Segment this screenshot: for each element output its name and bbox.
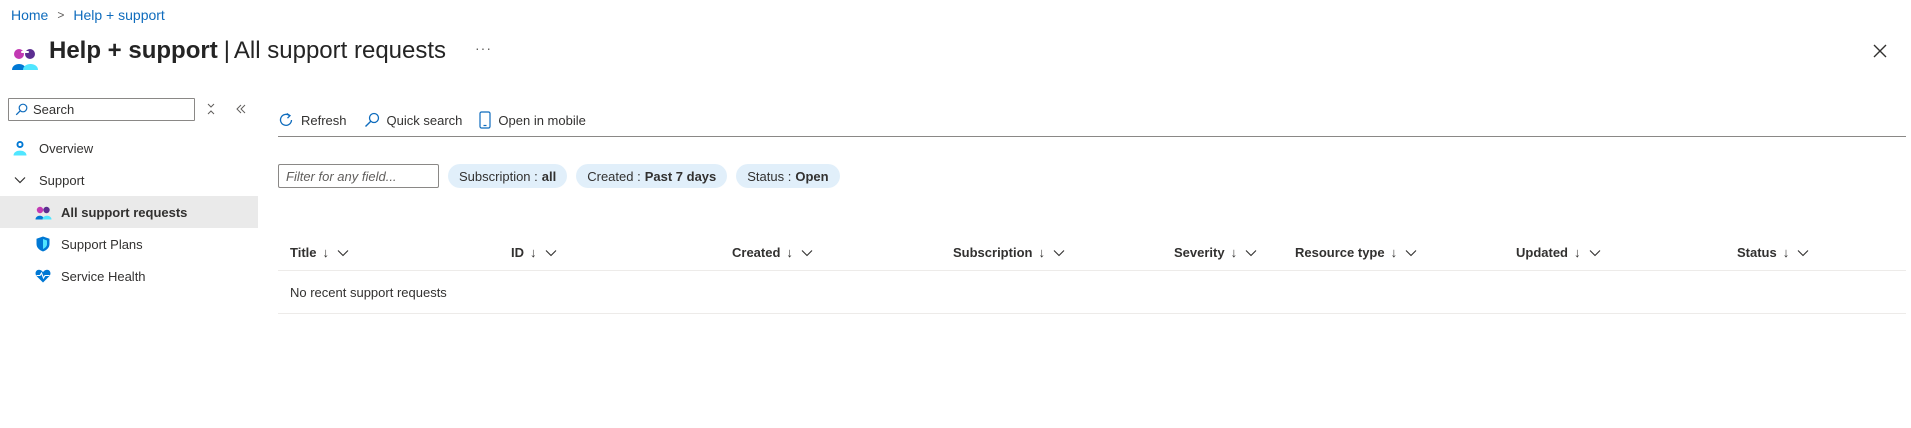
column-header-id[interactable]: ID ↓ — [511, 234, 557, 271]
sort-arrow-icon: ↓ — [1230, 245, 1238, 260]
column-header-resource-type[interactable]: Resource type ↓ — [1295, 234, 1417, 271]
sidebar-item-all-support-requests[interactable]: All support requests — [0, 196, 258, 228]
sort-arrow-icon: ↓ — [1390, 245, 1398, 260]
sidebar-nav: Overview Support All support requests Su… — [0, 132, 258, 292]
subscription-filter-pill[interactable]: Subscription : all — [448, 164, 568, 188]
sort-arrow-icon: ↓ — [1038, 245, 1045, 260]
sort-arrow-icon: ↓ — [322, 245, 330, 260]
created-filter-pill[interactable]: Created : Past 7 days — [576, 164, 728, 188]
column-header-title[interactable]: Title ↓ — [290, 234, 349, 271]
mobile-icon — [479, 111, 492, 129]
collapse-all-icon[interactable] — [204, 102, 218, 116]
sidebar-item-overview[interactable]: Overview — [0, 132, 258, 164]
refresh-icon — [279, 112, 293, 126]
open-in-mobile-button[interactable]: Open in mobile — [479, 111, 586, 129]
column-header-created[interactable]: Created ↓ — [732, 234, 813, 271]
sidebar-search-box[interactable] — [8, 98, 195, 121]
column-label: Status — [1737, 245, 1777, 260]
sidebar-item-label: Service Health — [61, 268, 146, 284]
chevron-down-icon — [1245, 249, 1257, 256]
breadcrumb-chevron-icon: > — [57, 8, 65, 22]
search-icon — [364, 112, 379, 127]
collapse-sidebar-icon[interactable] — [234, 102, 248, 116]
chevron-down-icon — [11, 171, 29, 189]
page-title-separator: | — [223, 37, 230, 64]
filter-pill-value: Open — [795, 168, 829, 184]
column-header-subscription[interactable]: Subscription ↓ — [953, 234, 1065, 271]
filter-pill-label: Created : — [587, 168, 641, 184]
support-requests-icon — [34, 203, 52, 221]
sidebar-item-service-health[interactable]: Service Health — [0, 260, 258, 292]
chevron-down-icon — [801, 249, 813, 256]
shield-icon — [34, 235, 52, 253]
chevron-down-icon — [337, 249, 349, 256]
filter-input[interactable] — [278, 164, 439, 188]
more-options-button[interactable]: ··· — [475, 40, 492, 56]
chevron-down-icon — [545, 249, 556, 256]
column-label: Severity — [1174, 245, 1225, 260]
status-filter-pill[interactable]: Status : Open — [736, 164, 840, 188]
breadcrumb: Home > Help + support — [11, 7, 165, 23]
quick-search-label: Quick search — [386, 112, 463, 128]
sort-arrow-icon: ↓ — [530, 245, 537, 260]
column-header-severity[interactable]: Severity ↓ — [1174, 234, 1257, 271]
blade-header: Help + support | All support requests ··· — [11, 36, 1900, 76]
column-header-status[interactable]: Status ↓ — [1737, 234, 1809, 271]
column-label: Title — [290, 245, 317, 260]
heart-pulse-icon — [34, 267, 52, 285]
empty-state-message: No recent support requests — [290, 284, 447, 300]
chevron-down-icon — [1589, 249, 1600, 256]
breadcrumb-home-link[interactable]: Home — [11, 7, 48, 23]
sidebar-item-label: Support — [39, 172, 85, 188]
filter-bar: Subscription :all Created :Past 7 days S… — [278, 164, 849, 188]
sidebar-item-support-plans[interactable]: Support Plans — [0, 228, 258, 260]
column-label: Resource type — [1295, 245, 1385, 260]
sort-arrow-icon: ↓ — [1782, 245, 1790, 260]
page-title-sub: All support requests — [233, 37, 447, 64]
close-icon[interactable] — [1868, 39, 1892, 63]
help-support-icon — [12, 49, 38, 70]
chevron-down-icon — [1797, 249, 1809, 256]
support-requests-table: Title ↓ ID ↓ Created ↓ Subscription ↓ Se… — [278, 234, 1906, 314]
chevron-down-icon — [1053, 249, 1065, 256]
command-bar: Refresh Quick search Open in mobile — [278, 106, 603, 134]
empty-state-row: No recent support requests — [278, 271, 1906, 314]
filter-pill-label: Subscription : — [459, 168, 538, 184]
search-icon — [15, 103, 28, 116]
sidebar-item-label: Support Plans — [61, 236, 143, 252]
page-title: Help + support | All support requests — [49, 36, 446, 66]
command-bar-divider — [278, 136, 1906, 137]
chevron-down-icon — [1405, 249, 1417, 256]
refresh-button[interactable]: Refresh — [278, 112, 347, 128]
table-header: Title ↓ ID ↓ Created ↓ Subscription ↓ Se… — [278, 234, 1906, 271]
breadcrumb-help-support-link[interactable]: Help + support — [73, 7, 164, 23]
open-in-mobile-label: Open in mobile — [498, 112, 586, 128]
sidebar-item-label: Overview — [39, 140, 94, 156]
column-label: ID — [511, 245, 524, 260]
page-title-main: Help + support — [49, 37, 218, 64]
quick-search-button[interactable]: Quick search — [364, 112, 463, 128]
filter-pill-value: all — [541, 168, 557, 184]
sidebar-group-support[interactable]: Support — [0, 164, 258, 196]
column-label: Subscription — [953, 245, 1033, 260]
sort-arrow-icon: ↓ — [1574, 245, 1581, 260]
sort-arrow-icon: ↓ — [786, 245, 793, 260]
sidebar-search-input[interactable] — [33, 102, 183, 117]
refresh-label: Refresh — [301, 112, 347, 128]
column-label: Updated — [1516, 245, 1568, 260]
filter-pill-label: Status : — [747, 168, 792, 184]
sidebar-item-label: All support requests — [61, 204, 188, 220]
filter-pill-value: Past 7 days — [644, 168, 717, 184]
overview-icon — [11, 139, 29, 157]
column-label: Created — [732, 245, 781, 260]
column-header-updated[interactable]: Updated ↓ — [1516, 234, 1601, 271]
